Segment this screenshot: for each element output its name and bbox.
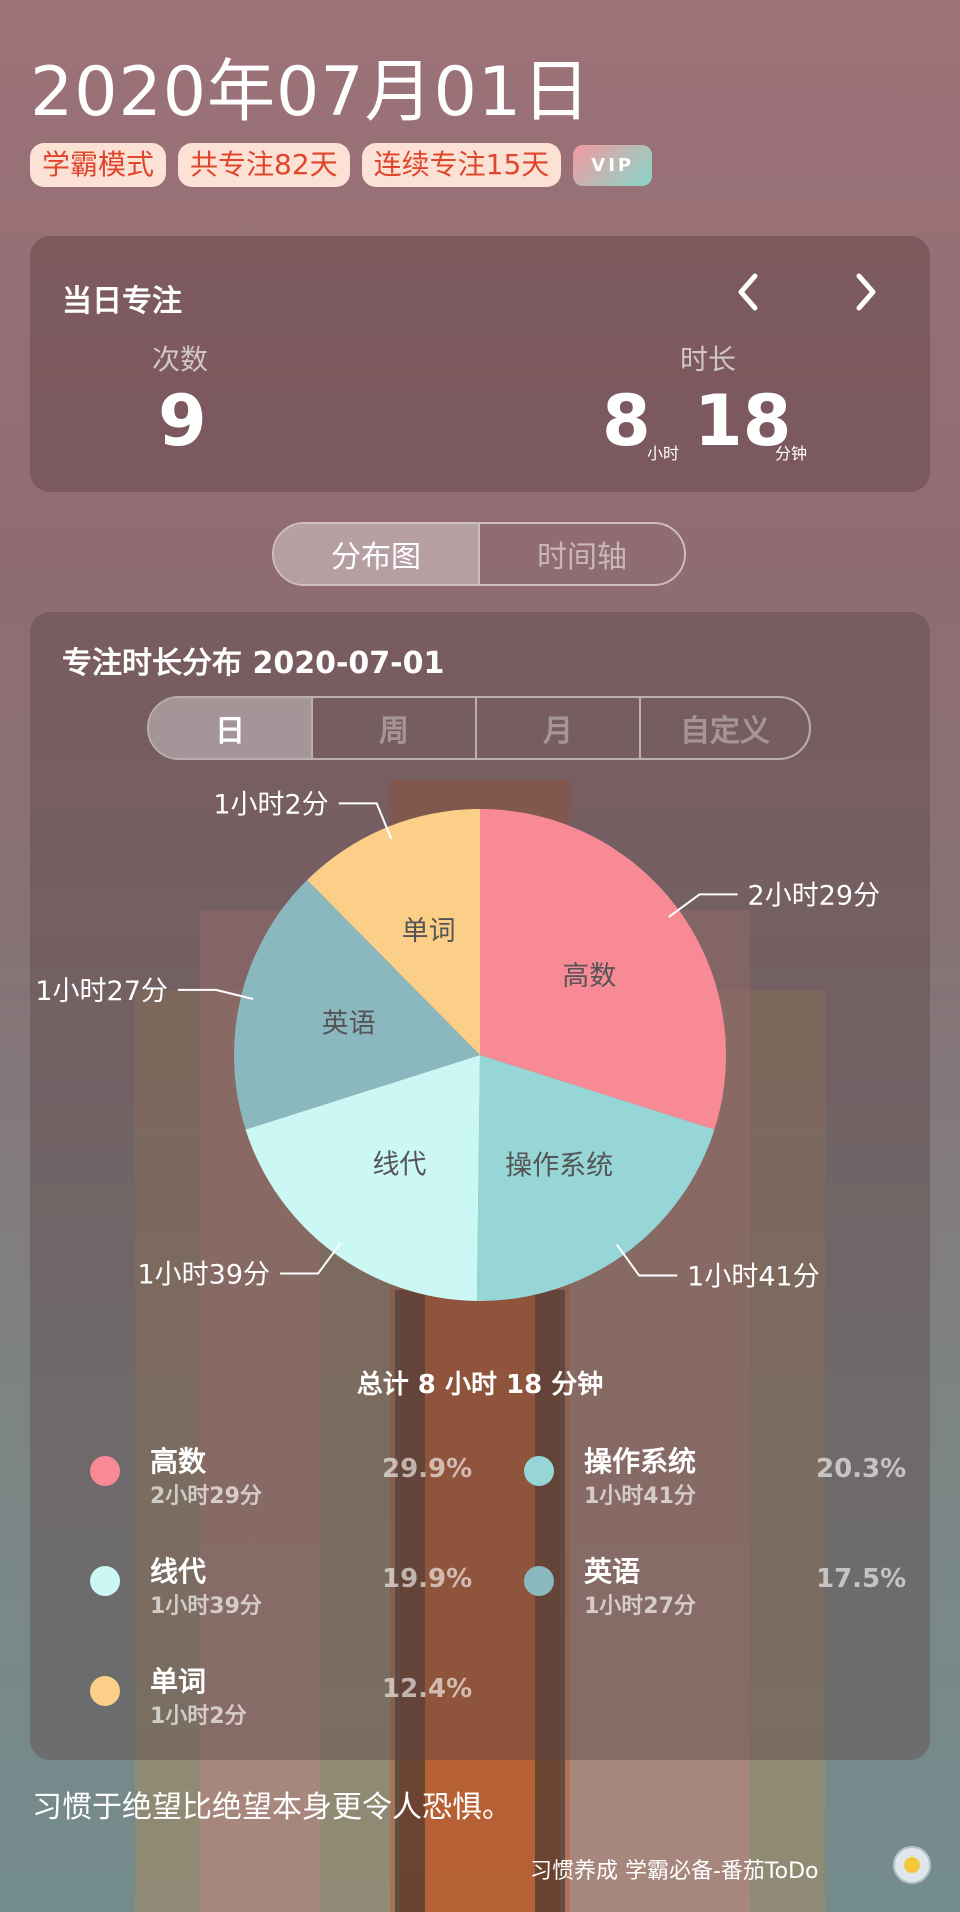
minutes-unit: 分钟 <box>775 444 808 463</box>
legend-dot <box>524 1456 554 1486</box>
tag-streak[interactable]: 连续专注15天 <box>361 143 562 187</box>
legend-dot <box>524 1566 554 1596</box>
next-day-button[interactable] <box>840 266 892 318</box>
range-tab-day[interactable]: 日 <box>149 698 311 758</box>
tab-timeline[interactable]: 时间轴 <box>478 524 684 584</box>
range-tab-week[interactable]: 周 <box>311 698 475 758</box>
legend-name: 英语 <box>584 1555 641 1588</box>
tab-distribution[interactable]: 分布图 <box>274 524 478 584</box>
hours-unit: 小时 <box>647 444 680 463</box>
legend-item[interactable]: 单词 1小时2分 12.4% <box>90 1660 490 1730</box>
legend-dot <box>90 1456 120 1486</box>
motivational-quote: 习惯于绝望比绝望本身更令人恐惧。 <box>32 1790 512 1825</box>
legend-duration: 1小时2分 <box>150 1704 247 1729</box>
legend-item[interactable]: 高数 2小时29分 29.9% <box>90 1440 490 1510</box>
legend-percent: 29.9% <box>382 1454 473 1484</box>
legend-percent: 20.3% <box>816 1454 907 1484</box>
tag-total-days[interactable]: 共专注82天 <box>178 143 350 187</box>
app-watermark-text: 习惯养成 学霸必备-番茄ToDo <box>530 1859 819 1884</box>
count-label: 次数 <box>152 343 209 376</box>
today-focus-card: 当日专注 次数 时长 9 8 小时 18 分钟 <box>30 236 930 492</box>
chevron-right-icon <box>856 273 876 311</box>
legend-dot <box>90 1676 120 1706</box>
legend-duration: 2小时29分 <box>150 1484 262 1509</box>
previous-day-button[interactable] <box>722 266 774 318</box>
hours-value: 8 <box>602 380 651 462</box>
legend-percent: 12.4% <box>382 1674 473 1704</box>
legend-item[interactable]: 操作系统 1小时41分 20.3% <box>524 1440 924 1510</box>
legend-duration: 1小时41分 <box>584 1484 696 1509</box>
legend-duration: 1小时27分 <box>584 1594 696 1619</box>
legend-name: 线代 <box>150 1555 207 1588</box>
view-switch: 分布图 时间轴 <box>272 522 686 586</box>
legend-item[interactable]: 线代 1小时39分 19.9% <box>90 1550 490 1620</box>
legend-name: 单词 <box>150 1665 207 1698</box>
legend-dot <box>90 1566 120 1596</box>
today-focus-title: 当日专注 <box>62 284 182 319</box>
page-date-title: 2020年07月01日 <box>30 53 592 132</box>
tomato-logo-icon[interactable] <box>893 1846 931 1884</box>
range-tab-custom[interactable]: 自定义 <box>639 698 809 758</box>
legend-duration: 1小时39分 <box>150 1594 262 1619</box>
chevron-left-icon <box>738 273 758 311</box>
total-duration: 总计 8 小时 18 分钟 <box>356 1370 604 1400</box>
legend-name: 高数 <box>150 1445 207 1478</box>
vip-badge[interactable]: VIP <box>573 144 653 186</box>
distribution-title: 专注时长分布 2020-07-01 <box>62 646 445 681</box>
count-value: 9 <box>158 380 207 462</box>
legend-percent: 17.5% <box>816 1564 907 1594</box>
range-tabs: 日 周 月 自定义 <box>147 696 811 760</box>
tag-mode[interactable]: 学霸模式 <box>30 143 167 187</box>
legend-percent: 19.9% <box>382 1564 473 1594</box>
legend-item[interactable]: 英语 1小时27分 17.5% <box>524 1550 924 1620</box>
status-tags: 学霸模式 共专注82天 连续专注15天 VIP <box>30 143 653 187</box>
duration-label: 时长 <box>680 343 737 376</box>
range-tab-month[interactable]: 月 <box>475 698 639 758</box>
legend-name: 操作系统 <box>584 1445 697 1478</box>
